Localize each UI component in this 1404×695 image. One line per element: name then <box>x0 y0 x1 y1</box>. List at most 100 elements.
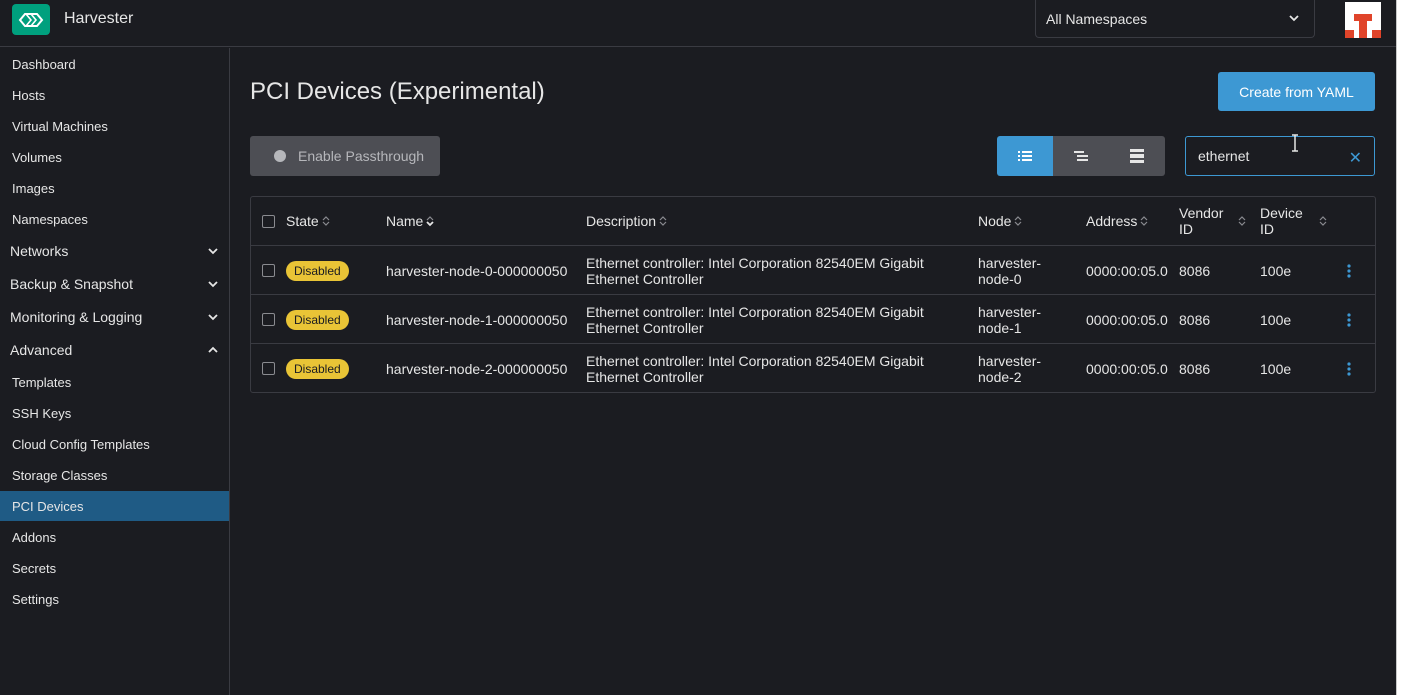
chevron-up-icon <box>208 346 218 353</box>
circle-icon <box>274 150 286 162</box>
sidebar-group-label: Backup & Snapshot <box>10 276 133 292</box>
sort-icon <box>1238 216 1246 226</box>
column-header-label: Vendor ID <box>1179 205 1224 237</box>
user-avatar[interactable] <box>1345 2 1381 38</box>
row-checkbox[interactable] <box>262 313 275 326</box>
sort-down-icon <box>426 216 434 227</box>
row-actions[interactable] <box>1347 344 1351 393</box>
enable-passthrough-button[interactable]: Enable Passthrough <box>250 136 440 176</box>
list-icon <box>1018 151 1032 161</box>
row-name[interactable]: harvester-node-1-000000050 <box>386 295 567 344</box>
sidebar-item-addons[interactable]: Addons <box>0 522 229 552</box>
group-icon <box>1130 149 1144 163</box>
column-header-node[interactable]: Node <box>978 197 1022 245</box>
column-header-device-id[interactable]: Device ID <box>1260 197 1327 245</box>
sidebar-item-settings[interactable]: Settings <box>0 584 229 614</box>
column-header-label: Address <box>1086 213 1138 229</box>
sidebar-item-storage-classes[interactable]: Storage Classes <box>0 460 229 490</box>
table-row[interactable]: Disabled harvester-node-2-000000050 Ethe… <box>251 343 1375 392</box>
sidebar-group-backup-snapshot[interactable]: Backup & Snapshot <box>0 268 229 300</box>
window-edge <box>1396 0 1404 695</box>
row-node-line2: node-2 <box>978 368 1022 385</box>
sort-icon <box>322 216 330 226</box>
group-view-button[interactable] <box>1109 136 1165 176</box>
row-description-line1: Ethernet controller: Intel Corporation 8… <box>586 352 924 369</box>
enable-passthrough-label: Enable Passthrough <box>298 148 425 164</box>
tree-view-button[interactable] <box>1053 136 1109 176</box>
column-header-address[interactable]: Address <box>1086 197 1148 245</box>
top-header: Harvester All Namespaces <box>0 0 1396 47</box>
sidebar-item-cloud-config-templates[interactable]: Cloud Config Templates <box>0 429 229 459</box>
row-address: 0000:00:05.0 <box>1086 311 1168 328</box>
row-name[interactable]: harvester-node-2-000000050 <box>386 344 567 393</box>
row-node[interactable]: harvester- node-2 <box>978 344 1041 393</box>
row-node[interactable]: harvester- node-0 <box>978 246 1041 295</box>
sidebar-item-namespaces[interactable]: Namespaces <box>0 204 229 234</box>
row-node-line2: node-0 <box>978 270 1022 287</box>
sidebar-item-pci-devices[interactable]: PCI Devices <box>0 491 229 521</box>
text-cursor-icon <box>1292 134 1298 152</box>
more-vertical-icon <box>1347 312 1351 327</box>
sidebar-item-dashboard[interactable]: Dashboard <box>0 49 229 79</box>
column-header-name[interactable]: Name <box>386 197 434 245</box>
row-name[interactable]: harvester-node-0-000000050 <box>386 246 567 295</box>
row-description-line1: Ethernet controller: Intel Corporation 8… <box>586 254 924 271</box>
sidebar: Dashboard Hosts Virtual Machines Volumes… <box>0 48 230 695</box>
sort-icon <box>1015 216 1022 226</box>
search-input[interactable] <box>1198 148 1338 164</box>
create-from-yaml-button[interactable]: Create from YAML <box>1218 72 1375 111</box>
column-header-vendor-id[interactable]: Vendor ID <box>1179 197 1246 245</box>
sidebar-item-ssh-keys[interactable]: SSH Keys <box>0 398 229 428</box>
row-device-id: 100e <box>1260 262 1292 279</box>
row-node-line1: harvester- <box>978 303 1042 320</box>
view-mode-toggle <box>997 136 1165 176</box>
table-row[interactable]: Disabled harvester-node-1-000000050 Ethe… <box>251 294 1375 343</box>
sidebar-item-secrets[interactable]: Secrets <box>0 553 229 583</box>
chevron-down-icon <box>1289 15 1299 22</box>
row-actions[interactable] <box>1347 246 1351 295</box>
sidebar-item-hosts[interactable]: Hosts <box>0 80 229 110</box>
row-address: 0000:00:05.0 <box>1086 262 1168 279</box>
sort-icon <box>659 216 667 226</box>
close-icon[interactable]: ✕ <box>1349 148 1362 168</box>
page-title: PCI Devices (Experimental) <box>250 78 545 105</box>
row-device-id: 100e <box>1260 360 1292 377</box>
row-vendor-id: 8086 <box>1179 262 1211 279</box>
sort-icon <box>1319 216 1327 226</box>
sidebar-group-networks[interactable]: Networks <box>0 235 229 267</box>
column-header-state[interactable]: State <box>286 197 330 245</box>
column-header-label: State <box>286 213 319 229</box>
harvester-logo-icon[interactable] <box>12 4 50 35</box>
namespace-select[interactable]: All Namespaces <box>1035 0 1315 38</box>
row-node-line1: harvester- <box>978 352 1042 369</box>
chevron-down-icon <box>208 281 218 288</box>
row-description: Ethernet controller: Intel Corporation 8… <box>586 246 924 295</box>
sidebar-group-advanced[interactable]: Advanced <box>0 334 229 366</box>
select-all-cell <box>262 197 275 245</box>
sidebar-group-monitoring-logging[interactable]: Monitoring & Logging <box>0 301 229 333</box>
pci-devices-table: State Name Description Node Address Vend… <box>250 196 1376 393</box>
chevron-down-icon <box>208 314 218 321</box>
column-header-description[interactable]: Description <box>586 197 667 245</box>
row-address: 0000:00:05.0 <box>1086 360 1168 377</box>
column-header-label: Device ID <box>1260 205 1303 237</box>
select-all-checkbox[interactable] <box>262 214 275 228</box>
row-device-id: 100e <box>1260 311 1292 328</box>
more-vertical-icon <box>1347 361 1351 376</box>
row-description: Ethernet controller: Intel Corporation 8… <box>586 344 924 393</box>
row-checkbox[interactable] <box>262 362 275 375</box>
status-badge: Disabled <box>286 260 349 281</box>
sidebar-item-volumes[interactable]: Volumes <box>0 142 229 172</box>
list-view-button[interactable] <box>997 136 1053 176</box>
row-description-line2: Ethernet Controller <box>586 319 704 336</box>
row-node[interactable]: harvester- node-1 <box>978 295 1041 344</box>
column-header-label: Description <box>586 213 657 229</box>
sidebar-item-virtual-machines[interactable]: Virtual Machines <box>0 111 229 141</box>
sidebar-item-images[interactable]: Images <box>0 173 229 203</box>
more-vertical-icon <box>1347 263 1351 278</box>
row-actions[interactable] <box>1347 295 1351 344</box>
row-checkbox[interactable] <box>262 264 275 277</box>
row-description-line2: Ethernet Controller <box>586 270 704 287</box>
sidebar-item-templates[interactable]: Templates <box>0 367 229 397</box>
table-row[interactable]: Disabled harvester-node-0-000000050 Ethe… <box>251 245 1375 294</box>
